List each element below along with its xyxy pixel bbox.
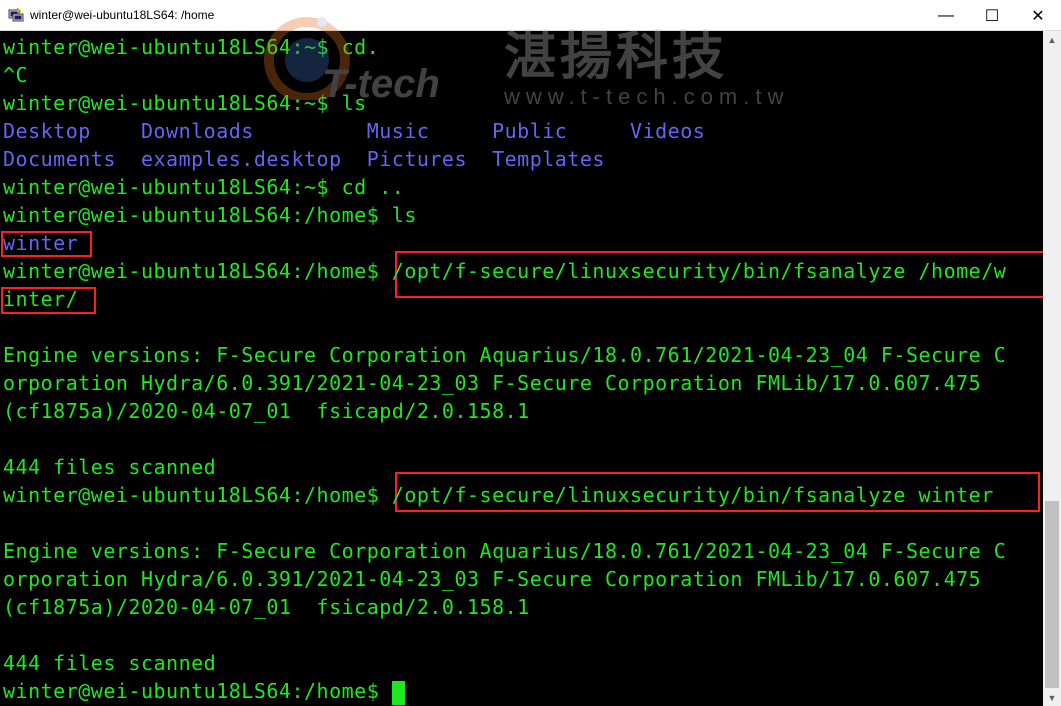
terminal-line: orporation Hydra/6.0.391/2021-04-23_03 F… bbox=[3, 371, 982, 395]
terminal-line: winter@wei-ubuntu18LS64:~$ ls bbox=[3, 91, 367, 115]
title-bar[interactable]: winter@wei-ubuntu18LS64: /home — ☐ ✕ bbox=[0, 0, 1061, 31]
putty-icon bbox=[8, 7, 24, 22]
terminal-line: orporation Hydra/6.0.391/2021-04-23_03 F… bbox=[3, 567, 982, 591]
terminal-line: winter@wei-ubuntu18LS64:/home$ /opt/f-se… bbox=[3, 259, 1007, 283]
terminal-line: Desktop Downloads Music Public Videos bbox=[3, 119, 706, 143]
terminal-line: winter@wei-ubuntu18LS64:~$ cd. bbox=[3, 35, 380, 59]
minimize-button[interactable]: — bbox=[923, 0, 969, 31]
maximize-button[interactable]: ☐ bbox=[969, 0, 1015, 31]
terminal-line: 444 files scanned bbox=[3, 651, 217, 675]
minimize-icon: — bbox=[938, 6, 954, 24]
scroll-up-arrow-icon[interactable]: ▲ bbox=[1043, 31, 1061, 48]
maximize-icon: ☐ bbox=[984, 7, 1000, 25]
terminal-line: (cf1875a)/2020-04-07_01 fsicapd/2.0.158.… bbox=[3, 595, 530, 619]
terminal-line: (cf1875a)/2020-04-07_01 fsicapd/2.0.158.… bbox=[3, 399, 530, 423]
close-button[interactable]: ✕ bbox=[1015, 0, 1061, 31]
terminal-line: winter@wei-ubuntu18LS64:/home$ bbox=[3, 677, 405, 705]
terminal-output[interactable]: winter@wei-ubuntu18LS64:~$ cd. ^C winter@w… bbox=[0, 31, 1043, 706]
terminal-line: inter/ bbox=[3, 287, 79, 311]
terminal-window: winter@wei-ubuntu18LS64: /home — ☐ ✕ win… bbox=[0, 0, 1061, 706]
terminal-line: winter@wei-ubuntu18LS64:~$ cd .. bbox=[3, 175, 405, 199]
terminal-line: Engine versions: F-Secure Corporation Aq… bbox=[3, 539, 1007, 563]
terminal-line: Documents examples.desktop Pictures Temp… bbox=[3, 147, 605, 171]
terminal-line: Engine versions: F-Secure Corporation Aq… bbox=[3, 343, 1007, 367]
vertical-scrollbar[interactable]: ▲ ▼ bbox=[1043, 31, 1061, 706]
terminal-line: winter@wei-ubuntu18LS64:/home$ ls bbox=[3, 203, 417, 227]
terminal-line: ^C bbox=[3, 63, 29, 87]
close-icon: ✕ bbox=[1031, 7, 1045, 25]
scroll-down-arrow-icon[interactable]: ▼ bbox=[1043, 689, 1061, 706]
window-title: winter@wei-ubuntu18LS64: /home bbox=[30, 8, 215, 22]
scroll-thumb[interactable] bbox=[1045, 501, 1059, 688]
terminal-line: winter@wei-ubuntu18LS64:/home$ /opt/f-se… bbox=[3, 483, 994, 507]
terminal-cursor bbox=[391, 680, 405, 705]
terminal-line: winter bbox=[3, 231, 79, 255]
terminal-line: 444 files scanned bbox=[3, 455, 217, 479]
